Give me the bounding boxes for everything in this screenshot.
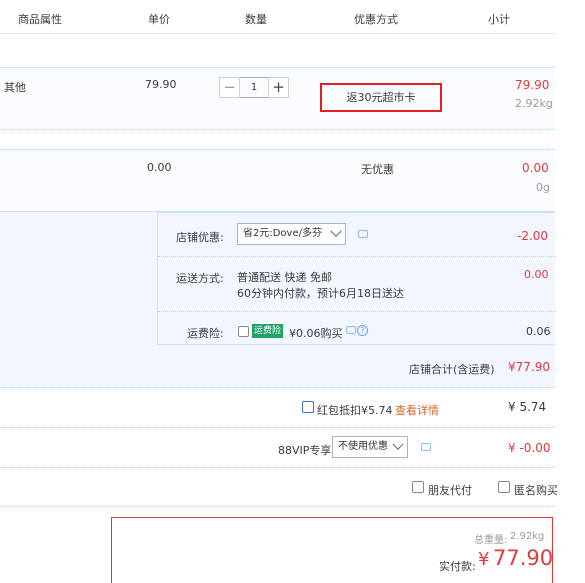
row-divider [0,129,555,130]
col-header-qty: 数量 [245,13,267,26]
col-header-subtotal: 小计 [488,13,510,26]
shipping-label: 运送方式: [176,272,224,285]
shipping-eta: 60分钟内付款，预计6月18日送达 [237,287,404,300]
row-divider [0,67,555,68]
shop-discount-value: -2.00 [517,229,549,243]
pay-label: 实付款: [439,560,476,573]
row-divider [0,149,555,150]
insurance-value: 0.06 [526,325,551,338]
col-header-price: 单价 [148,13,170,26]
order-summary: 总重量: 2.92kg 实付款: ¥ 77.90 [111,517,553,583]
row-divider [0,467,555,468]
redpacket-value: ¥ 5.74 [508,400,547,414]
shop-total-label: 店铺合计(含运费) [409,363,495,376]
item2-subtotal: 0.00 [522,161,549,175]
redpacket-checkbox[interactable] [302,401,314,413]
friend-pay-label: 朋友代付 [428,484,472,497]
item2-promo: 无优惠 [361,163,394,176]
item1-weight: 2.92kg [515,97,553,110]
decrement-button[interactable]: − [219,77,240,98]
shop-total-value: ¥77.90 [508,360,550,374]
increment-button[interactable]: + [268,77,289,98]
insurance-badge: 运费险 [252,324,284,338]
anonymous-label: 匿名购买 [514,484,558,497]
item2-price: 0.00 [147,161,172,174]
redpacket-details-link[interactable]: 查看详情 [395,402,439,418]
item1-price: 79.90 [145,78,177,91]
item1-subtotal: 79.90 [515,78,550,92]
col-header-promo: 优惠方式 [354,13,398,26]
friend-pay-checkbox[interactable] [412,481,424,493]
row-divider [0,506,555,507]
insurance-label: 运费险: [187,327,224,340]
chat-bubble-icon[interactable] [358,230,368,238]
promo-label: 返30元超市卡 [320,83,442,112]
insurance-price: ¥0.06购买 [289,327,343,340]
shop-discount-label: 店铺优惠: [176,231,224,244]
chat-bubble-icon[interactable] [346,326,356,334]
pay-currency: ¥ [478,549,490,570]
vip-label: 88VIP专享 [278,444,332,457]
help-icon[interactable]: ? [357,325,368,336]
pay-amount: 77.90 [493,546,554,570]
shop-discount-select-value: 省2元:Dove/多芬 [243,228,322,239]
vip-select[interactable]: 不使用优惠 [332,436,408,458]
total-weight-label: 总重量: [474,535,508,546]
insurance-checkbox[interactable] [238,326,249,337]
shipping-value: 0.00 [524,268,549,281]
vip-value: ¥ -0.00 [508,441,551,455]
row-divider [158,311,556,312]
table-header: 商品属性 单价 数量 优惠方式 小计 [0,0,555,34]
chevron-down-icon [392,438,404,450]
col-header-props: 商品属性 [18,13,62,26]
total-weight-value: 2.92kg [510,531,545,542]
item2-weight: 0g [536,181,550,194]
item-row-2 [0,149,555,211]
shop-discount-select[interactable]: 省2元:Dove/多芬 [237,223,346,245]
row-divider [0,427,555,428]
chevron-down-icon [330,225,342,237]
anonymous-checkbox[interactable] [498,481,510,493]
quantity-input[interactable]: 1 [240,77,268,98]
row-divider [158,256,556,257]
redpacket-label: 红包抵扣¥5.74 [317,404,393,417]
item1-props: 其他 [4,81,26,94]
shipping-method: 普通配送 快递 免邮 [237,271,332,284]
quantity-stepper[interactable]: − 1 + [219,77,293,99]
chat-bubble-icon[interactable] [421,443,431,451]
row-divider [0,387,555,388]
vip-select-value: 不使用优惠 [338,441,388,452]
